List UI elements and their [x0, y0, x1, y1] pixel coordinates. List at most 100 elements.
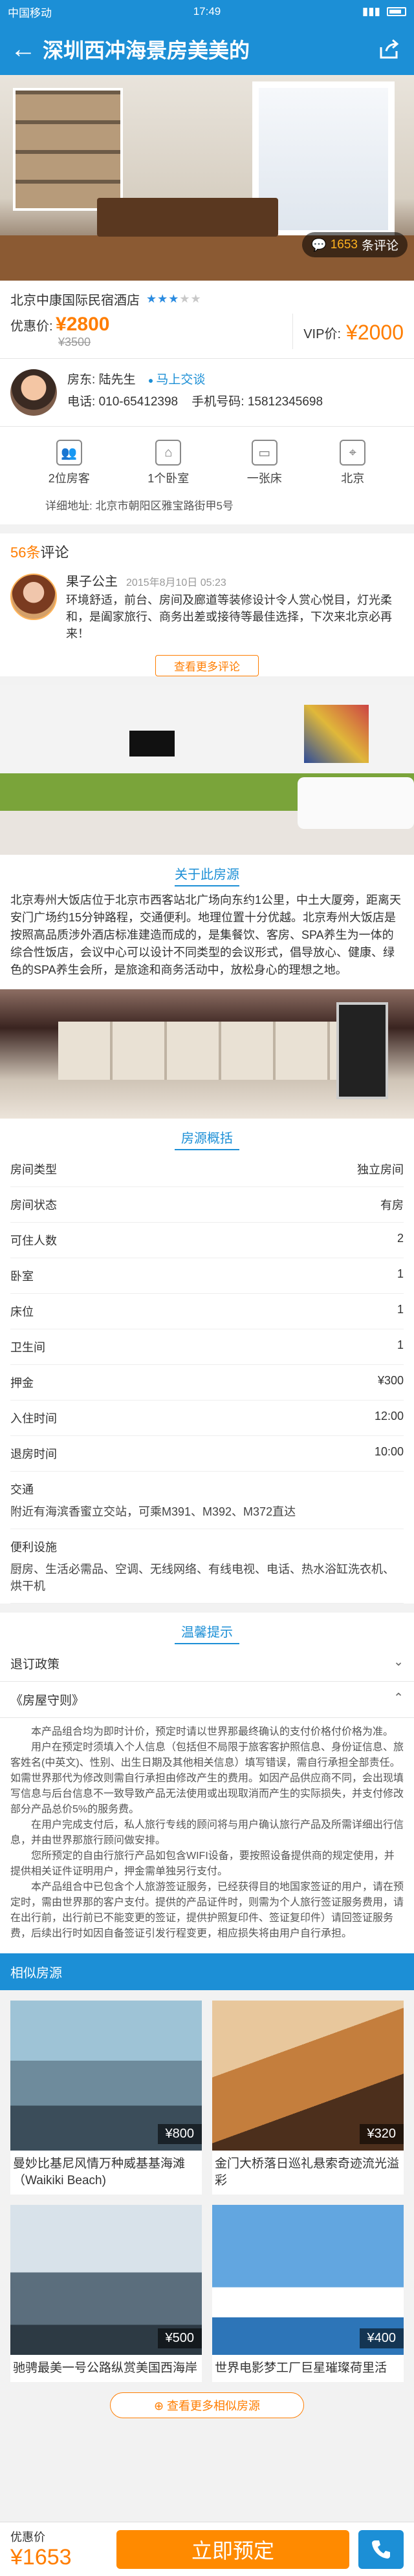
related-price: ¥500	[157, 2328, 202, 2348]
review-text: 环境舒适，前台、房间及廊道等装修设计令人赏心悦目，灯光柔和，是阖家旅行、商务出差…	[66, 594, 392, 640]
amenities-text: 厨房、生活必需品、空调、无线网络、有线电视、电话、热水浴缸洗衣机、烘干机	[10, 1563, 395, 1593]
chevron-up-icon: ⌃	[393, 1691, 404, 1705]
related-card[interactable]: ¥320 金门大桥落日巡礼悬索奇迹流光溢彩	[212, 2001, 404, 2195]
book-now-button[interactable]: 立即预定	[116, 2529, 349, 2569]
amenities-label: 便利设施	[10, 1541, 57, 1554]
related-photo: ¥500	[10, 2205, 202, 2355]
fact-location-label: 北京	[341, 472, 365, 485]
policy-paragraph: 您所预定的自由行旅行产品如包含WIFI设备，要按照设备提供商的规定使用，并提供相…	[10, 1851, 395, 1877]
reviewer-name: 果子公主	[66, 575, 118, 589]
related-photo: ¥400	[212, 2205, 404, 2355]
table-graphic	[97, 198, 278, 237]
related-title: 相似房源	[0, 1953, 414, 1990]
share-icon[interactable]	[375, 35, 404, 63]
amenities-block: 便利设施 厨房、生活必需品、空调、无线网络、有线电视、电话、热水浴缸洗衣机、烘干…	[10, 1529, 404, 1604]
bottom-price: ¥1653	[10, 2545, 72, 2570]
address-value: 北京市朝阳区雅宝路街甲5号	[95, 500, 234, 512]
vip-price-label: VIP价:	[303, 327, 342, 341]
related-card[interactable]: ¥400 世界电影梦工厂巨星璀璨荷里活	[212, 2205, 404, 2382]
house-rules-row[interactable]: 《房屋守则》 ⌃	[0, 1682, 414, 1718]
bookshelf-graphic	[13, 88, 123, 211]
related-photo: ¥800	[10, 2001, 202, 2151]
bedroom-icon: ⌂	[155, 440, 182, 466]
carrier: 中国移动	[8, 6, 52, 19]
hotel-name: 北京中康国际民宿酒店	[10, 294, 140, 308]
overview-row-beds: 床位 1	[10, 1294, 404, 1329]
living-room-photo[interactable]	[0, 685, 414, 855]
divider	[292, 314, 294, 349]
overview-row-bedrooms: 卧室 1	[10, 1258, 404, 1294]
house-rules-label: 《房屋守则》	[10, 1694, 85, 1708]
phone-label: 电话:	[67, 395, 96, 409]
vip-price: ¥2000	[346, 321, 404, 344]
review-date: 2015年8月10日 05:23	[126, 577, 226, 588]
more-reviews-button[interactable]: 查看更多评论	[155, 655, 259, 676]
bottom-price-label: 优惠价	[10, 2531, 45, 2544]
wall-art-graphic	[304, 705, 369, 763]
overview-row-checkin: 入住时间 12:00	[10, 1401, 404, 1436]
overview-row-bathrooms: 卫生间 1	[10, 1329, 404, 1365]
related-card[interactable]: ¥800 曼妙比基尼风情万种威基基海滩（Waikiki Beach)	[10, 2001, 202, 2195]
host-name: 陆先生	[98, 373, 136, 387]
overview-row-status: 房间状态 有房	[10, 1187, 404, 1223]
tips-title: 温馨提示	[0, 1613, 414, 1646]
phone-number[interactable]: 010-65412398	[99, 395, 179, 409]
more-related-icon: ⊕	[153, 2399, 168, 2412]
more-related-button[interactable]: ⊕ 查看更多相似房源	[110, 2392, 304, 2418]
status-icons: ▮▮▮	[362, 5, 406, 18]
host-section: 房东: 陆先生 马上交谈 电话: 010-65412398 手机号码: 1581…	[0, 359, 414, 427]
policy-paragraph: 本产品组合中已包含个人旅游签证服务，已经获得目的地国家签证的用户，请在预定时，需…	[10, 1882, 404, 1939]
policy-text: 本产品组合均为即时计价，预定时请以世界那最终确认的支付价格付价格为准。 用户在预…	[0, 1718, 414, 1953]
bed-icon: ▭	[251, 440, 278, 466]
tv-graphic	[129, 731, 175, 757]
related-price: ¥320	[359, 2124, 404, 2144]
signal-icon: ▮▮▮	[362, 5, 380, 17]
address-label: 详细地址:	[45, 500, 93, 512]
related-caption: 曼妙比基尼风情万种威基基海滩（Waikiki Beach)	[13, 2157, 186, 2187]
listing-info: 北京中康国际民宿酒店 ★★★★★ 优惠价: ¥2800 ¥3500 VIP价: …	[0, 281, 414, 524]
clock: 17:49	[193, 5, 221, 17]
reviewer-avatar	[10, 574, 57, 620]
mobile-label: 手机号码:	[191, 395, 245, 409]
review-item: 果子公主 2015年8月10日 05:23 环境舒适，前台、房间及廊道等装修设计…	[0, 570, 414, 649]
overview-row-room-type: 房间类型 独立房间	[10, 1152, 404, 1187]
policy-paragraph: 在用户完成支付后，私人旅行专线的顾问将与用户确认旅行产品及所需详细出行信息，并由…	[10, 1819, 404, 1846]
room-facts: 👥 2位房客 ⌂ 1个卧室 ▭ 一张床 ⌖ 北京	[0, 427, 414, 493]
related-card[interactable]: ¥500 驰骋最美一号公路纵赏美国西海岸	[10, 2205, 202, 2382]
fact-bedroom: ⌂ 1个卧室	[147, 440, 189, 486]
discount-price: ¥2800	[56, 314, 110, 335]
review-count-badge[interactable]: 💬 1653 条评论	[302, 232, 408, 257]
refund-policy-row[interactable]: 退订政策 ⌄	[0, 1646, 414, 1682]
host-name-label: 房东:	[67, 373, 96, 387]
sofa-graphic	[298, 777, 414, 829]
location-icon: ⌖	[340, 440, 366, 466]
review-suffix: 条评论	[361, 239, 398, 253]
mobile-number[interactable]: 15812345698	[248, 395, 323, 409]
related-section: 相似房源 ¥800 曼妙比基尼风情万种威基基海滩（Waikiki Beach) …	[0, 1953, 414, 2418]
phone-call-button[interactable]	[358, 2529, 404, 2569]
about-text: 北京寿州大饭店位于北京市西客站北广场向东约1公里，中土大厦旁，距离天安门广场约1…	[10, 894, 402, 976]
policy-paragraph: 用户在预定时须填入个人信息（包括但不局限于旅客客护照信息、身份证信息、旅客姓名(…	[10, 1742, 404, 1815]
more-related-label: 查看更多相似房源	[167, 2399, 261, 2412]
transport-block: 交通 附近有海滨香蜜立交站，可乘M391、M392、M372直达	[10, 1472, 404, 1529]
discount-price-label: 优惠价:	[10, 319, 53, 334]
review-count: 1653	[330, 237, 358, 252]
back-arrow-icon[interactable]: ←	[10, 36, 39, 62]
related-price: ¥800	[157, 2124, 202, 2144]
comment-icon: 💬	[311, 238, 327, 252]
bottom-bar: 优惠价 ¥1653 立即预定	[0, 2522, 414, 2576]
host-avatar[interactable]	[10, 369, 57, 416]
fact-bed: ▭ 一张床	[247, 440, 282, 486]
chevron-down-icon: ⌄	[393, 1655, 404, 1669]
cabinet-graphic	[58, 1022, 343, 1080]
related-caption: 金门大桥落日巡礼悬索奇迹流光溢彩	[215, 2157, 400, 2187]
about-title: 关于此房源	[0, 855, 414, 888]
overview-row-capacity: 可住人数 2	[10, 1223, 404, 1258]
chat-now-link[interactable]: 马上交谈	[148, 373, 205, 387]
related-caption: 世界电影梦工厂巨星璀璨荷里活	[215, 2361, 387, 2375]
page-title: 深圳西冲海景房美美的	[43, 39, 250, 62]
related-caption: 驰骋最美一号公路纵赏美国西海岸	[13, 2361, 198, 2375]
refund-policy-label: 退订政策	[10, 1658, 60, 1671]
kitchen-photo[interactable]	[0, 989, 414, 1119]
hero-photo[interactable]: 💬 1653 条评论	[0, 75, 414, 281]
